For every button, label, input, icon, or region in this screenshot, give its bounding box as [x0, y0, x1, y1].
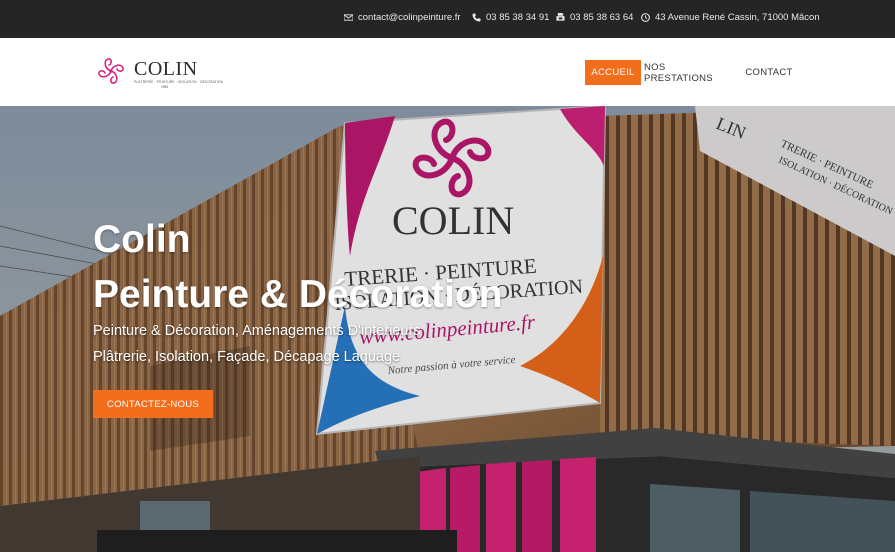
hero-subtitle-line-1: Peinture & Décoration, Aménagements D'in…	[93, 323, 421, 339]
nav-item-contact[interactable]: CONTACT	[742, 60, 796, 85]
content-panel	[97, 530, 457, 552]
logo-tagline: PLÂTRERIE · PEINTURE · ISOLATION · DÉCOR…	[134, 80, 224, 84]
hero-title-line-2: Peinture & Décoration	[93, 273, 503, 316]
site-logo[interactable]: COLIN PLÂTRERIE · PEINTURE · ISOLATION ·…	[95, 55, 224, 91]
logo-year: 1955	[161, 85, 169, 89]
fax-text: 03 85 38 63 64	[570, 12, 634, 23]
clock-icon	[641, 13, 650, 22]
contact-fax: 03 85 38 63 64	[556, 12, 633, 23]
email-text[interactable]: contact@colinpeinture.fr	[358, 12, 461, 23]
nav-item-accueil[interactable]: ACCUEIL	[585, 60, 641, 85]
logo-name: COLIN	[134, 58, 198, 80]
flower-logo-icon	[98, 58, 124, 84]
fax-icon	[556, 13, 565, 21]
envelope-icon	[344, 14, 353, 21]
top-info-bar: contact@colinpeinture.fr 03 85 38 34 91 …	[0, 0, 895, 38]
contact-us-button[interactable]: CONTACTEZ-NOUS	[93, 390, 213, 418]
site-header: COLIN PLÂTRERIE · PEINTURE · ISOLATION ·…	[0, 38, 895, 106]
hero-title-line-1: Colin	[93, 218, 191, 261]
nav-item-nos-prestations[interactable]: NOS PRESTATIONS	[644, 60, 736, 85]
contact-email[interactable]: contact@colinpeinture.fr	[344, 12, 461, 23]
hero-subtitle-line-2: Plâtrerie, Isolation, Façade, Décapage L…	[93, 349, 401, 365]
contact-phone[interactable]: 03 85 38 34 91	[472, 12, 549, 23]
address-text: 43 Avenue René Cassin, 71000 Mâcon	[655, 12, 820, 23]
phone-text[interactable]: 03 85 38 34 91	[486, 12, 549, 23]
phone-icon	[472, 13, 481, 22]
contact-address: 43 Avenue René Cassin, 71000 Mâcon	[641, 12, 820, 23]
hero-banner: COLIN TRERIE · PEINTURE ISOLATION · DÉCO…	[0, 106, 895, 552]
